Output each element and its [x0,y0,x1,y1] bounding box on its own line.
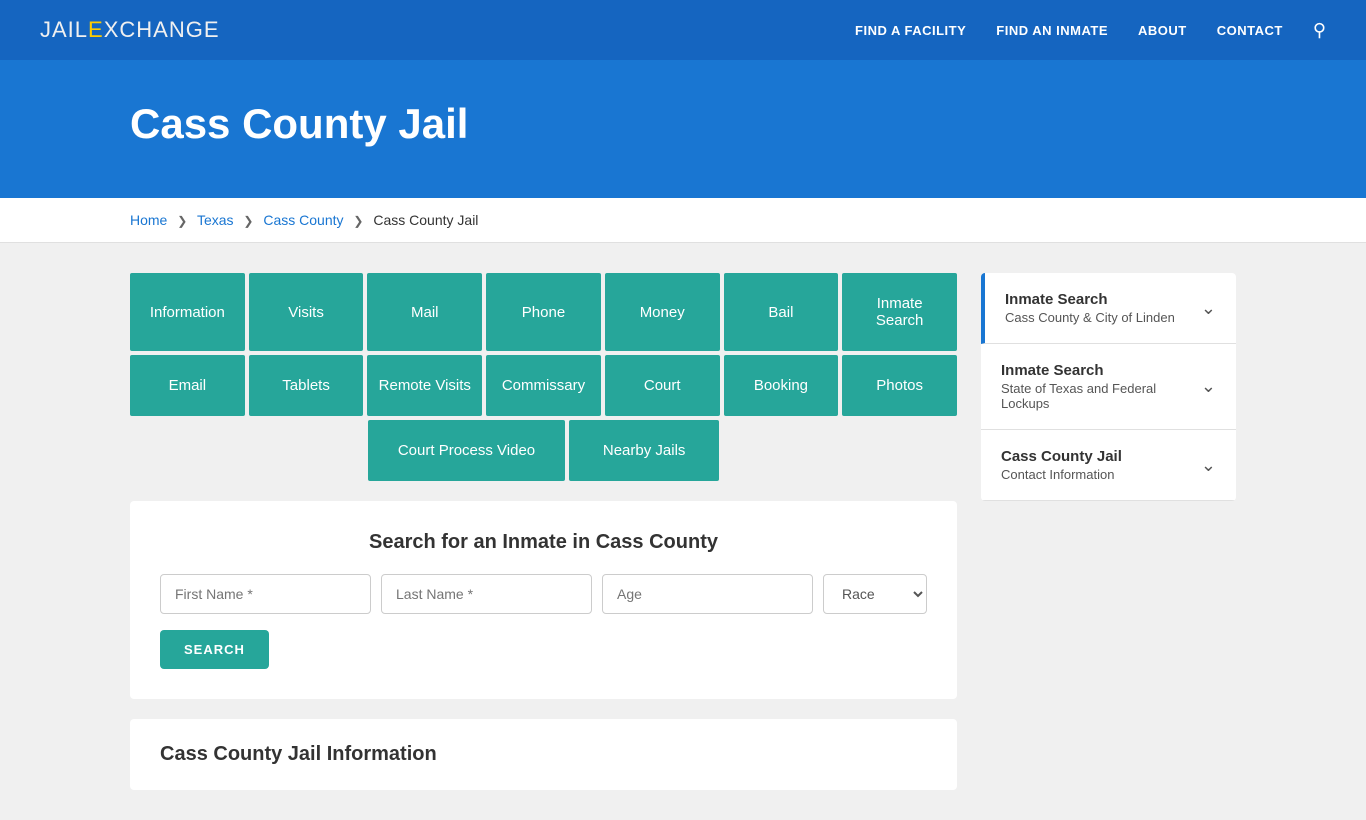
nav-contact[interactable]: CONTACT [1217,23,1283,38]
chevron-down-icon-texas: ⌄ [1201,376,1216,397]
left-column: Information Visits Mail Phone Money Bail… [130,273,957,790]
sidebar-card: Inmate Search Cass County & City of Lind… [981,273,1236,501]
sidebar-item-contact-info[interactable]: Cass County Jail Contact Information ⌄ [981,430,1236,501]
race-select[interactable]: Race White Black Hispanic Asian Other [823,574,927,614]
btn-court[interactable]: Court [605,355,720,416]
btn-information[interactable]: Information [130,273,245,351]
breadcrumb-sep-1: ❯ [177,214,187,228]
logo-jail: JAIL [40,17,88,42]
nav-find-inmate[interactable]: FIND AN INMATE [996,23,1108,38]
button-grid-row2: Email Tablets Remote Visits Commissary C… [130,355,957,416]
age-input[interactable] [602,574,813,614]
breadcrumb-sep-3: ❯ [353,214,363,228]
search-title: Search for an Inmate in Cass County [160,531,927,554]
inmate-search-box: Search for an Inmate in Cass County Race… [130,501,957,699]
chevron-down-icon-cass: ⌄ [1201,298,1216,319]
nav-find-facility[interactable]: FIND A FACILITY [855,23,966,38]
sidebar-item-title-contact: Cass County Jail [1001,448,1122,465]
search-button[interactable]: SEARCH [160,630,269,669]
sidebar-item-inmate-search-cass[interactable]: Inmate Search Cass County & City of Lind… [981,273,1236,344]
info-title: Cass County Jail Information [160,743,927,766]
sidebar-item-text-texas: Inmate Search State of Texas and Federal… [1001,362,1201,411]
sidebar-item-title-texas: Inmate Search [1001,362,1201,379]
logo-exchange-rest: XCHANGE [104,17,220,42]
btn-nearby-jails[interactable]: Nearby Jails [569,420,719,481]
info-section: Cass County Jail Information [130,719,957,790]
btn-tablets[interactable]: Tablets [249,355,364,416]
sidebar-item-text-contact: Cass County Jail Contact Information [1001,448,1122,482]
search-icon[interactable]: ⚲ [1313,20,1326,41]
nav-about[interactable]: ABOUT [1138,23,1187,38]
site-logo[interactable]: JAILEXCHANGE [40,17,220,43]
sidebar-item-title-cass: Inmate Search [1005,291,1175,308]
btn-email[interactable]: Email [130,355,245,416]
first-name-input[interactable] [160,574,371,614]
btn-photos[interactable]: Photos [842,355,957,416]
hero-section: Cass County Jail [0,60,1366,198]
btn-booking[interactable]: Booking [724,355,839,416]
breadcrumb-texas[interactable]: Texas [197,212,234,228]
sidebar-item-subtitle-contact: Contact Information [1001,467,1122,482]
breadcrumb-home[interactable]: Home [130,212,167,228]
main-nav: FIND A FACILITY FIND AN INMATE ABOUT CON… [855,20,1326,41]
btn-mail[interactable]: Mail [367,273,482,351]
btn-money[interactable]: Money [605,273,720,351]
right-sidebar: Inmate Search Cass County & City of Lind… [981,273,1236,790]
breadcrumb-county[interactable]: Cass County [263,212,343,228]
sidebar-item-text-cass: Inmate Search Cass County & City of Lind… [1005,291,1175,325]
page-title: Cass County Jail [130,100,1326,148]
last-name-input[interactable] [381,574,592,614]
btn-commissary[interactable]: Commissary [486,355,601,416]
btn-phone[interactable]: Phone [486,273,601,351]
chevron-down-icon-contact: ⌄ [1201,455,1216,476]
breadcrumb-current: Cass County Jail [373,212,478,228]
btn-visits[interactable]: Visits [249,273,364,351]
btn-inmate-search[interactable]: Inmate Search [842,273,957,351]
button-grid-row1: Information Visits Mail Phone Money Bail… [130,273,957,351]
btn-court-process-video[interactable]: Court Process Video [368,420,565,481]
sidebar-item-subtitle-texas: State of Texas and Federal Lockups [1001,381,1201,411]
header: JAILEXCHANGE FIND A FACILITY FIND AN INM… [0,0,1366,60]
sidebar-item-subtitle-cass: Cass County & City of Linden [1005,310,1175,325]
breadcrumb: Home ❯ Texas ❯ Cass County ❯ Cass County… [0,198,1366,243]
btn-remote-visits[interactable]: Remote Visits [367,355,482,416]
search-fields: Race White Black Hispanic Asian Other [160,574,927,614]
sidebar-item-inmate-search-texas[interactable]: Inmate Search State of Texas and Federal… [981,344,1236,430]
breadcrumb-sep-2: ❯ [243,214,253,228]
btn-bail[interactable]: Bail [724,273,839,351]
button-grid-row3: Court Process Video Nearby Jails [130,420,957,481]
main-content: Information Visits Mail Phone Money Bail… [0,243,1366,820]
